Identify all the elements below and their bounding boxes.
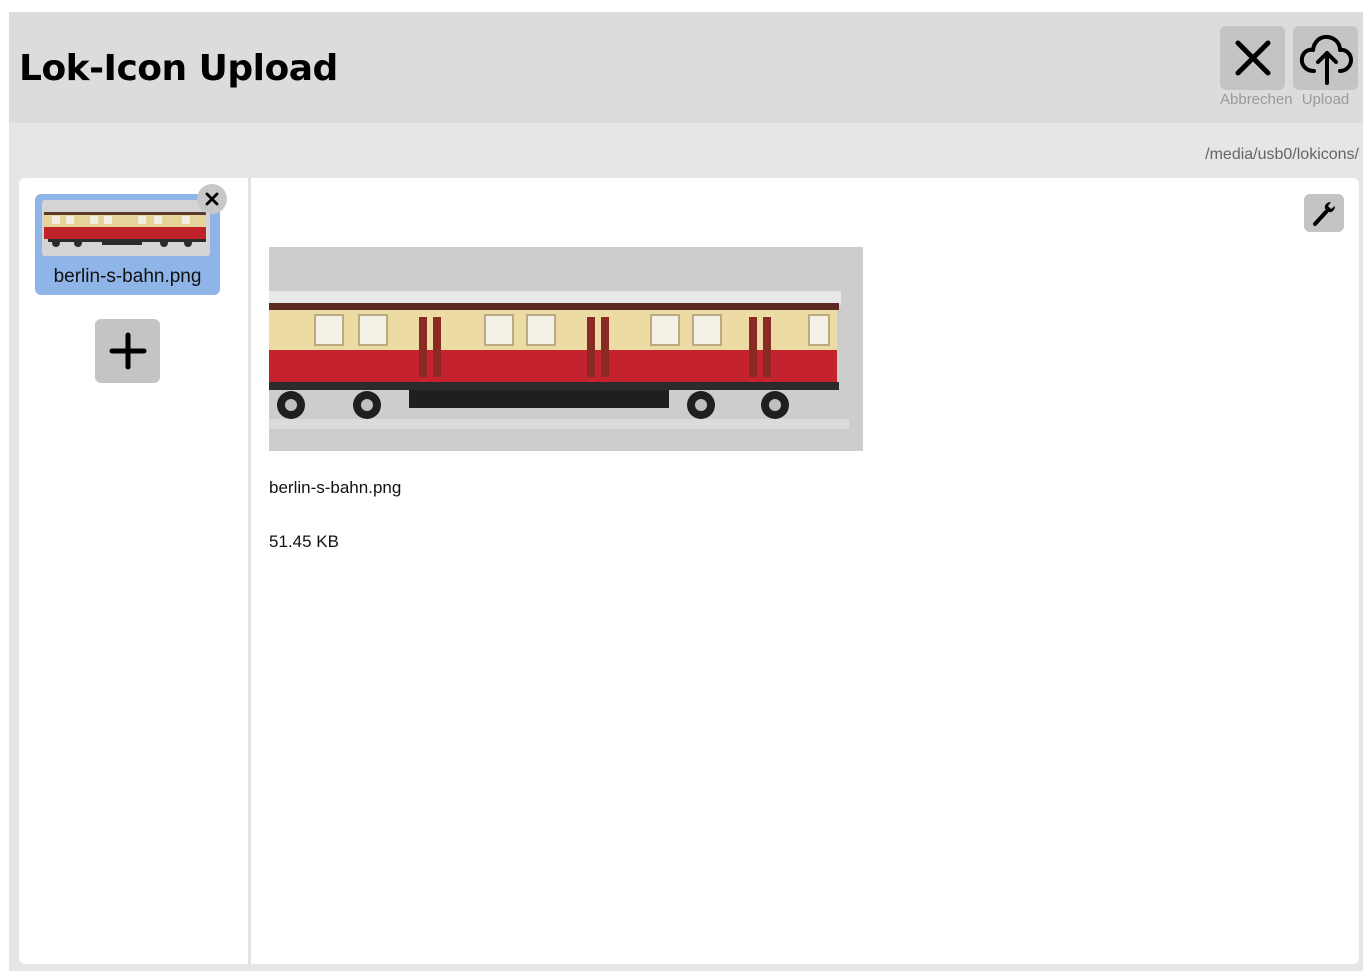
page-title: Lok-Icon Upload — [19, 48, 338, 89]
plus-icon — [109, 332, 146, 370]
upload-dialog: Lok-Icon Upload Abbrechen Upload /media/… — [9, 12, 1363, 971]
settings-button[interactable] — [1304, 194, 1344, 232]
header-bar: Lok-Icon Upload Abbrechen Upload — [9, 12, 1363, 123]
detail-file-size: 51.45 KB — [269, 532, 339, 551]
wrench-icon — [1313, 202, 1335, 226]
cancel-label: Abbrechen — [1220, 91, 1293, 108]
close-icon — [205, 192, 219, 206]
detail-file-name: berlin-s-bahn.png — [269, 478, 402, 497]
upload-button[interactable]: Upload — [1293, 26, 1358, 108]
path-bar: /media/usb0/lokicons/ — [9, 123, 1363, 177]
file-detail: berlin-s-bahn.png 51.45 KB — [254, 178, 1359, 964]
upload-label: Upload — [1301, 91, 1350, 108]
cancel-button[interactable]: Abbrechen — [1220, 26, 1293, 108]
file-thumbnail — [42, 200, 210, 256]
add-file-button[interactable] — [95, 319, 160, 383]
close-icon — [1235, 40, 1270, 76]
main-panel: berlin-s-bahn.png berlin-s-bahn.png 51.4… — [19, 178, 1359, 964]
directory-path: /media/usb0/lokicons/ — [1205, 146, 1359, 163]
file-name: berlin-s-bahn.png — [53, 266, 202, 287]
file-list: berlin-s-bahn.png — [19, 178, 251, 964]
remove-file-button[interactable] — [197, 184, 227, 214]
cloud-upload-icon — [1299, 34, 1353, 85]
list-item[interactable]: berlin-s-bahn.png — [35, 194, 220, 295]
image-preview — [269, 247, 863, 451]
